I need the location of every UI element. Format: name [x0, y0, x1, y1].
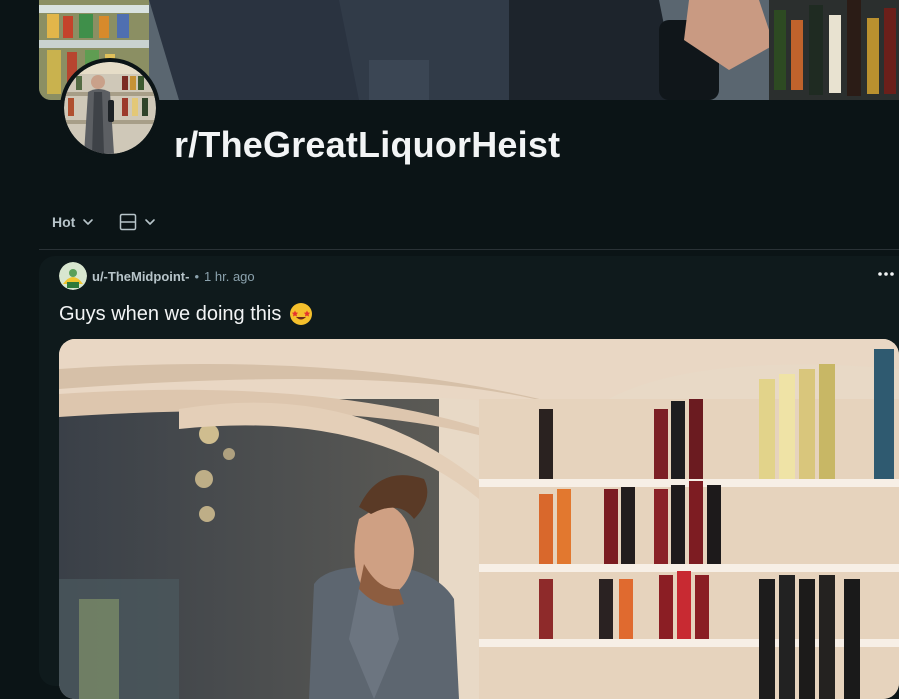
post-timestamp: 1 hr. ago	[204, 268, 255, 284]
subreddit-avatar[interactable]	[60, 58, 160, 158]
post-title[interactable]: Guys when we doing this	[59, 302, 313, 326]
post-image[interactable]	[59, 339, 899, 699]
post-author-link[interactable]: u/-TheMidpoint-	[92, 269, 189, 284]
subreddit-banner	[39, 0, 899, 100]
more-options-icon[interactable]	[877, 266, 895, 282]
post-card[interactable]: u/-TheMidpoint- • 1 hr. ago Guys when we…	[39, 256, 899, 699]
sort-dropdown-button[interactable]: Hot	[52, 214, 95, 230]
meta-separator: •	[194, 268, 200, 284]
subreddit-title: r/TheGreatLiquorHeist	[174, 124, 561, 165]
feed-divider	[39, 249, 899, 250]
view-mode-button[interactable]	[119, 213, 157, 231]
user-avatar[interactable]	[59, 262, 87, 290]
card-view-icon	[120, 213, 137, 231]
sort-label: Hot	[52, 214, 76, 230]
star-struck-emoji-icon	[290, 303, 313, 325]
chevron-down-icon	[83, 219, 94, 225]
chevron-down-icon	[145, 219, 156, 225]
post-meta: u/-TheMidpoint- • 1 hr. ago	[59, 262, 255, 290]
post-title-text: Guys when we doing this	[59, 302, 282, 325]
feed-controls: Hot	[52, 210, 157, 234]
